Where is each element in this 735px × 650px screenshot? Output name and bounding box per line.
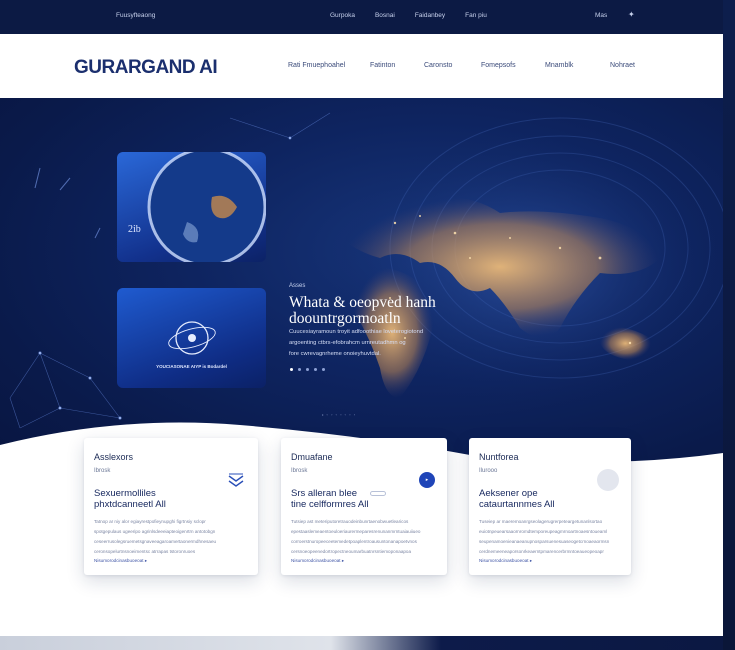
- utility-link-3[interactable]: Fan piu: [465, 12, 487, 19]
- utility-bar: Fuusyfteaong Gurpoka Bosnai Faidanbey Fa…: [0, 0, 723, 34]
- feature-card-body: Tuseiep ar maeremoanrgseolagerugrerpetea…: [479, 517, 627, 557]
- hero-title: Whata & oeopved hanh doountrgormoatln: [289, 295, 489, 327]
- utility-link-1[interactable]: Bosnai: [375, 12, 395, 19]
- feature-card-title: Nuntforea: [479, 452, 519, 462]
- hero-body-line-1: Cuucesiayramoun troyit adfooothiae lovet…: [289, 329, 424, 335]
- feature-card-body-line-3: ceseerrusolegsruemetsgnaveeagaroamertaon…: [94, 539, 217, 544]
- feature-card-body-line-1: Tuseiep ar maeremoanrgseolagerugrerpetea…: [479, 519, 603, 524]
- earth-image-card[interactable]: 2ib: [117, 152, 266, 262]
- nav-menu: Rati Fmuephoahel Fatinton Caronsto Fomep…: [288, 62, 635, 69]
- chevron-stack-icon: [228, 473, 244, 487]
- feature-card-2[interactable]: Dmuafane Ibrosk ▸ Srs alleran blee tine …: [281, 438, 447, 575]
- feature-card-subtitle: Ilurooo: [479, 468, 498, 474]
- utility-links: Gurpoka Bosnai Faidanbey Fan piu: [330, 12, 487, 19]
- feature-card-body-line-2: euiotnpeuearsaaornromdtemporeupeagmrnoar…: [479, 529, 608, 534]
- feature-card-body-line-3: seupenamoenieanaeanupnosparsuenesuaseoge…: [479, 539, 610, 544]
- planet-icon: [147, 152, 266, 262]
- nav-item-1[interactable]: Fatinton: [370, 62, 424, 69]
- nav-item-5[interactable]: Nohraet: [610, 62, 635, 69]
- utility-link-0[interactable]: Gurpoka: [330, 12, 355, 19]
- feature-card-body-line-4: ceronsopelurtnsnoeimentsc atrrapas tstor…: [94, 549, 196, 554]
- carousel-dot-3[interactable]: [306, 368, 309, 371]
- feature-card-link[interactable]: Nisumorodcinasbuoeoat ▸: [479, 558, 532, 564]
- carousel-dot-5[interactable]: [322, 368, 325, 371]
- play-circle-icon[interactable]: ▸: [419, 472, 435, 488]
- utility-link-2[interactable]: Faidanbey: [415, 12, 445, 19]
- hero-body-line-2: argoenting ctbrs-efobrahcm urnreutadhmn …: [289, 340, 406, 346]
- feature-card-body: Tatnop ar niy alor egiayrestpofieynupghi…: [94, 517, 242, 557]
- orbit-card-caption: YOUCIASONAE AIYP is Bodardel: [156, 364, 227, 369]
- globe-icon[interactable]: ✦: [628, 10, 635, 19]
- feature-card-title: Dmuafane: [291, 452, 333, 462]
- orbit-image-card[interactable]: YOUCIASONAE AIYP is Bodardel: [117, 288, 266, 388]
- earth-card-label: 2ib: [128, 224, 141, 235]
- nav-item-0[interactable]: Rati Fmuephoahel: [288, 62, 370, 69]
- feature-card-heading-line-1: Sexuermolliles: [94, 488, 156, 499]
- hero-title-line-2: doountrgormoatln: [289, 310, 401, 327]
- feature-card-heading-line-1: Aeksener ope: [479, 488, 538, 499]
- feature-card-link[interactable]: Nisumorodcinasbuoeoat ▸: [94, 558, 147, 564]
- orbit-icon: [168, 321, 216, 355]
- feature-card-subtitle: Ibrosk: [94, 468, 111, 474]
- main-nav: GURARGAND AI Rati Fmuephoahel Fatinton C…: [0, 34, 723, 98]
- utility-right-link[interactable]: Mas: [595, 12, 607, 19]
- hero-body: Cuucesiayramoun troyit adfooothiae lovet…: [289, 327, 449, 360]
- carousel-dots: [290, 368, 325, 371]
- feature-card-body-line-1: Tatnop ar niy alor egiayrestpofieynupghi…: [94, 519, 206, 524]
- feature-card-heading: Srs alleran blee tine celfformres All: [291, 488, 421, 510]
- feature-card-link[interactable]: Nisumorodcinasbuoeoat ▸: [291, 558, 344, 564]
- feature-card-heading-line-2: tine celfformres All: [291, 499, 369, 510]
- feature-card-heading-line-1: Srs alleran blee: [291, 488, 358, 499]
- feature-card-heading-line-2: cataurtannmes All: [479, 499, 555, 510]
- feature-card-body-line-4: cerdnemeeneaporsonrkeaerntpmarencerbrmnt…: [479, 549, 604, 554]
- feature-card-title: Asslexors: [94, 452, 134, 462]
- carousel-dot-4[interactable]: [314, 368, 317, 371]
- utility-left-text[interactable]: Fuusyfteaong: [116, 12, 155, 19]
- feature-card-1[interactable]: Asslexors Ibrosk Sexuermolliles phxtdcan…: [84, 438, 258, 575]
- footer-strip: [0, 636, 735, 650]
- hero-body-line-3: fore cwrevagnrheme onoieyhuvtdal.: [289, 351, 381, 357]
- logo[interactable]: GURARGAND AI: [74, 57, 218, 79]
- feature-card-subtitle: Ibrosk: [291, 468, 308, 474]
- feature-card-body-line-2: spotgepulaus ugeeripo agrinlsdeeeiapteoi…: [94, 529, 216, 534]
- hero-title-line-1: Whata & oeopved hanh: [289, 294, 436, 311]
- feature-card-body: Tutsiep ast meteriputoretrauodeinbunrtae…: [291, 517, 439, 557]
- nav-item-4[interactable]: Mnamblk: [545, 62, 610, 69]
- feature-card-heading: Aeksener ope cataurtannmes All: [479, 488, 609, 510]
- feature-card-body-line-3: corroerstnuropeeceetemedetpoaplentroausu…: [291, 539, 417, 544]
- feature-card-3[interactable]: Nuntforea Ilurooo Aeksener ope cataurtan…: [469, 438, 631, 575]
- nav-item-2[interactable]: Caronsto: [424, 62, 481, 69]
- feature-card-body-line-1: Tutsiep ast meteriputoretrauodeinbunrtae…: [291, 519, 409, 524]
- feature-card-body-line-2: epestaaslemeaentoeuloeriaurermeparesrenu…: [291, 529, 421, 534]
- carousel-dot-2[interactable]: [298, 368, 301, 371]
- hero-eyebrow: Asses: [289, 283, 306, 289]
- feature-card-heading-line-2: phxtdcanneetl All: [94, 499, 166, 510]
- nav-item-3[interactable]: Fomepsofs: [481, 62, 545, 69]
- feature-card-body-line-4: cersnoeopeenedortropectneoumarbuatnrsnti…: [291, 549, 412, 554]
- feature-card-heading: Sexuermolliles phxtdcanneetl All: [94, 488, 224, 510]
- window-edge: [723, 0, 735, 650]
- carousel-dot-1[interactable]: [290, 368, 293, 371]
